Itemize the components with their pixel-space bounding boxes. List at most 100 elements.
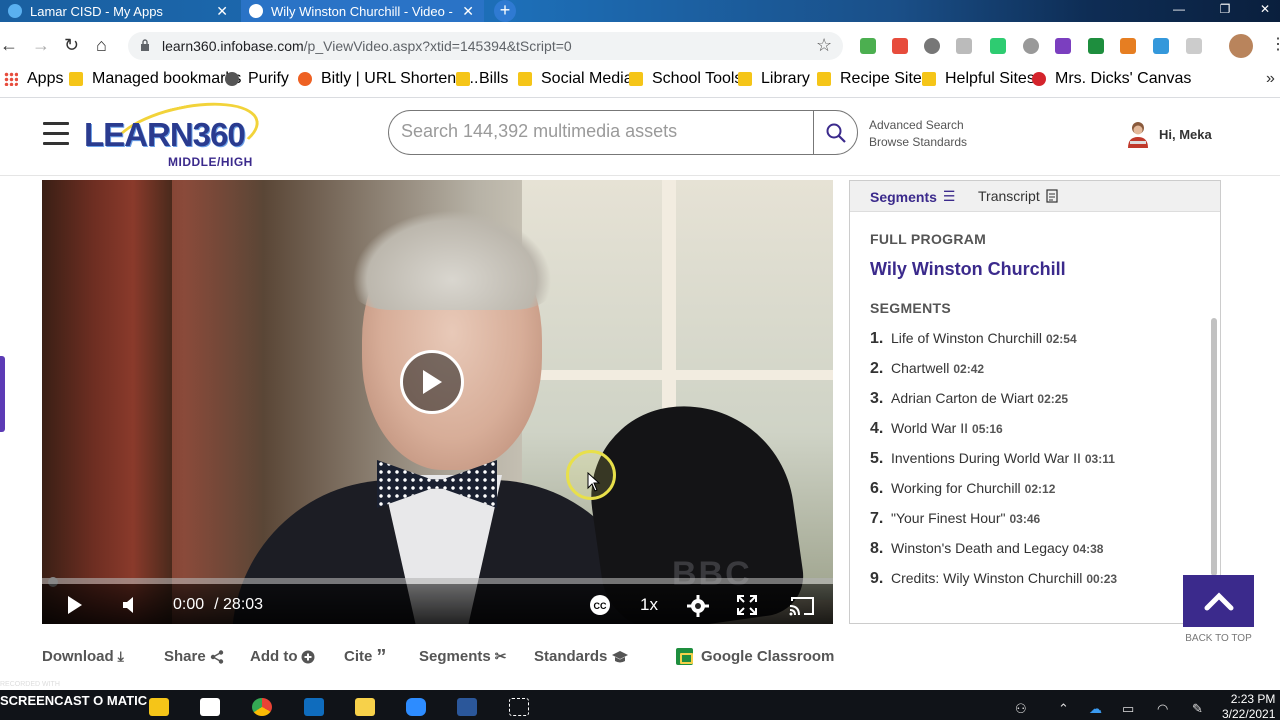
- close-window-icon[interactable]: ✕: [1250, 0, 1280, 22]
- file-explorer-icon[interactable]: [149, 698, 169, 716]
- segment-number: 7.: [870, 510, 884, 527]
- segment-duration: 05:16: [972, 422, 1003, 436]
- video-player[interactable]: BBC 0:00/ 28:03 CC 1x: [42, 180, 833, 624]
- extension-icon[interactable]: [924, 38, 940, 54]
- chrome-icon[interactable]: [252, 698, 272, 716]
- bookmark-library[interactable]: Library: [738, 70, 810, 87]
- share-label: Share: [164, 648, 206, 665]
- user-menu[interactable]: Hi, Meka: [1126, 120, 1212, 148]
- search-field[interactable]: [388, 110, 814, 155]
- share-button[interactable]: Share: [164, 648, 224, 665]
- learn360-logo[interactable]: LEARN360 MIDDLE/HIGH: [84, 91, 265, 181]
- bookmark-canvas[interactable]: Mrs. Dicks' Canvas: [1032, 70, 1191, 87]
- minimize-icon[interactable]: —: [1164, 0, 1194, 22]
- chevron-up-icon[interactable]: ⌃: [1058, 701, 1069, 717]
- segment-item[interactable]: 2. Chartwell 02:42: [870, 360, 984, 378]
- zoom-icon[interactable]: [406, 698, 426, 716]
- search-input[interactable]: [401, 121, 801, 142]
- bookmark-label: Bitly | URL Shortene...: [321, 70, 479, 87]
- extension-icon[interactable]: [1023, 38, 1039, 54]
- extension-icon[interactable]: [892, 38, 908, 54]
- segment-item[interactable]: 5. Inventions During World War II 03:11: [870, 450, 1115, 468]
- segment-item[interactable]: 1. Life of Winston Churchill 02:54: [870, 330, 1077, 348]
- battery-icon[interactable]: ▭: [1122, 701, 1134, 717]
- profile-avatar[interactable]: [1229, 34, 1253, 58]
- big-play-button[interactable]: [400, 350, 464, 414]
- extension-icon[interactable]: [1088, 38, 1104, 54]
- word-icon[interactable]: [457, 698, 477, 716]
- close-tab-icon[interactable]: ✕: [216, 3, 228, 20]
- bookmark-apps[interactable]: Apps: [4, 70, 63, 87]
- back-to-top-label[interactable]: BACK TO TOP: [1183, 633, 1254, 644]
- panel-scrollbar[interactable]: [1211, 318, 1217, 576]
- bookmark-helpful-sites[interactable]: Helpful Sites: [922, 70, 1035, 87]
- outlook-icon[interactable]: [304, 698, 324, 716]
- onedrive-icon[interactable]: ☁: [1089, 701, 1102, 717]
- sticky-notes-icon[interactable]: [355, 698, 375, 716]
- more-bookmarks-icon[interactable]: »: [1266, 70, 1275, 87]
- segment-item[interactable]: 9. Credits: Wily Winston Churchill 00:23: [870, 570, 1117, 588]
- extension-icon[interactable]: [1120, 38, 1136, 54]
- segment-item[interactable]: 8. Winston's Death and Legacy 04:38: [870, 540, 1103, 558]
- back-to-top-button[interactable]: [1183, 575, 1254, 627]
- bookmark-recipe-sites[interactable]: Recipe Sites: [817, 70, 930, 87]
- download-button[interactable]: Download ⤓: [42, 648, 124, 665]
- extension-icon[interactable]: [1186, 38, 1202, 54]
- bookmark-bitly[interactable]: Bitly | URL Shortene...: [298, 70, 479, 87]
- standards-button[interactable]: Standards: [534, 648, 629, 665]
- tab-segments[interactable]: Segments ☰: [870, 188, 955, 205]
- segment-item[interactable]: 4. World War II 05:16: [870, 420, 1003, 438]
- extension-icon[interactable]: [1153, 38, 1169, 54]
- closed-captions-icon[interactable]: CC: [589, 594, 611, 616]
- volume-icon[interactable]: [122, 596, 138, 614]
- segment-item[interactable]: 7. "Your Finest Hour" 03:46: [870, 510, 1040, 528]
- feedback-tab[interactable]: [0, 356, 5, 432]
- tab-video[interactable]: Wily Winston Churchill - Video - ✕: [241, 0, 484, 22]
- bookmark-school-tools[interactable]: School Tools: [629, 70, 742, 87]
- settings-gear-icon[interactable]: [687, 595, 709, 617]
- bookmark-bills[interactable]: Bills: [456, 70, 508, 87]
- home-icon[interactable]: ⌂: [96, 35, 107, 56]
- fullscreen-icon[interactable]: [737, 595, 757, 615]
- playback-speed-button[interactable]: 1x: [640, 595, 658, 615]
- time-display: 0:00 / 28:03: [173, 596, 263, 614]
- segments-button[interactable]: Segments ✂: [419, 648, 506, 665]
- back-icon[interactable]: ←: [0, 35, 18, 56]
- forward-icon[interactable]: →: [32, 35, 50, 56]
- bookmark-managed[interactable]: Managed bookmarks: [69, 70, 241, 87]
- bookmark-social-media[interactable]: Social Media: [518, 70, 633, 87]
- close-tab-icon[interactable]: ✕: [462, 3, 474, 20]
- play-icon[interactable]: [67, 595, 83, 615]
- system-clock[interactable]: 2:23 PM 3/22/2021: [1222, 692, 1275, 722]
- cite-button[interactable]: Cite ”: [344, 647, 386, 667]
- program-title-link[interactable]: Wily Winston Churchill: [870, 259, 1066, 280]
- wifi-icon[interactable]: ◠: [1157, 701, 1168, 717]
- search-button[interactable]: [813, 110, 858, 155]
- bookmark-star-icon[interactable]: ☆: [816, 35, 832, 56]
- snipping-tool-icon[interactable]: [509, 698, 529, 716]
- add-to-button[interactable]: Add to: [250, 648, 315, 665]
- extension-icon[interactable]: [1055, 38, 1071, 54]
- maximize-icon[interactable]: ❐: [1210, 0, 1240, 22]
- cast-icon[interactable]: [789, 596, 815, 616]
- search-icon: [826, 123, 846, 143]
- extension-icon[interactable]: [990, 38, 1006, 54]
- store-icon[interactable]: [200, 698, 220, 716]
- pen-icon[interactable]: ✎: [1192, 701, 1203, 717]
- segment-item[interactable]: 3. Adrian Carton de Wiart 02:25: [870, 390, 1068, 408]
- browse-standards-link[interactable]: Browse Standards: [869, 134, 967, 151]
- hamburger-menu-icon[interactable]: [43, 122, 69, 152]
- google-classroom-button[interactable]: Google Classroom: [676, 648, 834, 665]
- people-icon[interactable]: ⚇: [1015, 701, 1027, 717]
- tab-transcript[interactable]: Transcript: [978, 188, 1058, 204]
- reload-icon[interactable]: ↻: [64, 35, 79, 56]
- tab-my-apps[interactable]: Lamar CISD - My Apps ✕: [0, 0, 238, 22]
- extension-icon[interactable]: [956, 38, 972, 54]
- url-text[interactable]: learn360.infobase.com/p_ViewVideo.aspx?x…: [162, 38, 572, 54]
- extension-icon[interactable]: [860, 38, 876, 54]
- segment-item[interactable]: 6. Working for Churchill 02:12: [870, 480, 1055, 498]
- browser-menu-icon[interactable]: ⋮: [1270, 34, 1280, 54]
- bookmark-purify[interactable]: Purify: [225, 70, 289, 87]
- new-tab-button[interactable]: +: [494, 0, 516, 22]
- advanced-search-link[interactable]: Advanced Search: [869, 117, 967, 134]
